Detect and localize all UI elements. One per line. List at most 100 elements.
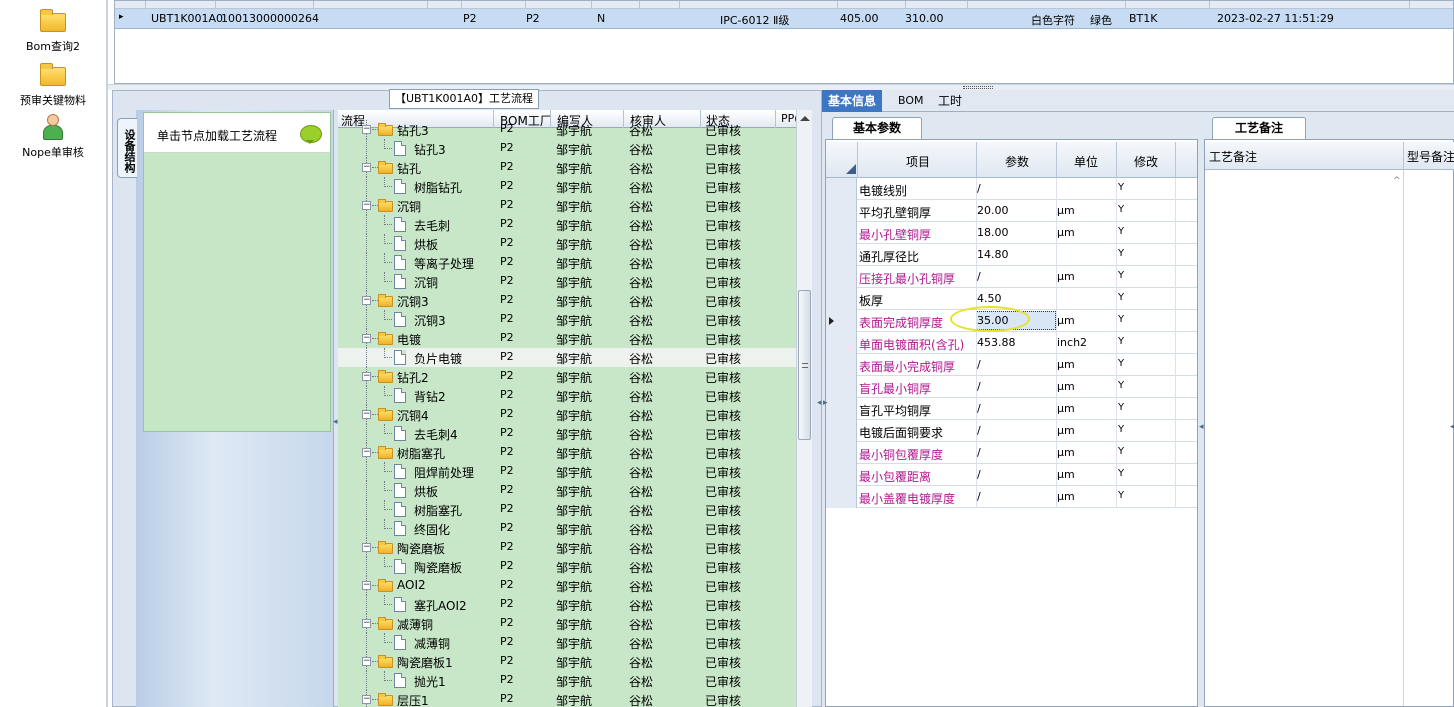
param-value[interactable]: / bbox=[977, 358, 981, 371]
param-value[interactable]: / bbox=[977, 446, 981, 459]
sidebar-item-nope-review[interactable]: Nope单审核 bbox=[0, 114, 106, 160]
tree-node-step[interactable]: 塞孔AOI2 P2 邹宇航 谷松 已审核 bbox=[338, 595, 796, 614]
col-header-param[interactable]: 参数 bbox=[1005, 153, 1029, 170]
scroll-thumb[interactable] bbox=[798, 290, 811, 440]
col-header-model-note[interactable]: 型号备注 bbox=[1407, 148, 1454, 165]
param-value[interactable]: 453.88 bbox=[977, 336, 1016, 349]
param-value[interactable]: / bbox=[977, 380, 981, 393]
tree-node-step[interactable]: 烘板 P2 邹宇航 谷松 已审核 bbox=[338, 234, 796, 253]
tab-bom[interactable]: BOM bbox=[892, 90, 930, 112]
tree-node-step[interactable]: 树脂钻孔 P2 邹宇航 谷松 已审核 bbox=[338, 177, 796, 196]
tree-node-group[interactable]: − 减薄铜 P2 邹宇航 谷松 已审核 bbox=[338, 614, 796, 633]
expand-right-icon[interactable]: ▸ bbox=[823, 398, 828, 408]
tree-node-group[interactable]: − 钻孔 P2 邹宇航 谷松 已审核 bbox=[338, 158, 796, 177]
tree-scrollbar[interactable] bbox=[796, 110, 812, 707]
tree-node-step[interactable]: 树脂塞孔 P2 邹宇航 谷松 已审核 bbox=[338, 500, 796, 519]
tree-node-step[interactable]: 等离子处理 P2 邹宇航 谷松 已审核 bbox=[338, 253, 796, 272]
param-row[interactable]: 最小铜包覆厚度 / μm Y bbox=[826, 442, 1197, 464]
param-row[interactable]: 电镀后面铜要求 / μm Y bbox=[826, 420, 1197, 442]
param-value[interactable]: 14.80 bbox=[977, 248, 1009, 261]
sidebar-item-pre-review-materials[interactable]: 预审关键物料 bbox=[0, 62, 106, 108]
tree-node-step[interactable]: 背钻2 P2 邹宇航 谷松 已审核 bbox=[338, 386, 796, 405]
scroll-up-icon[interactable] bbox=[800, 116, 810, 121]
tab-equipment-structure[interactable]: 设备结构 bbox=[117, 118, 137, 178]
tree-node-group[interactable]: − 沉铜4 P2 邹宇航 谷松 已审核 bbox=[338, 405, 796, 424]
cell-value2: 310.00 bbox=[905, 12, 944, 25]
tree-node-group[interactable]: − 钻孔3 P2 邹宇航 谷松 已审核 bbox=[338, 120, 796, 139]
tree-node-step[interactable]: 钻孔3 P2 邹宇航 谷松 已审核 bbox=[338, 139, 796, 158]
collapse-icon[interactable]: − bbox=[362, 296, 371, 305]
param-row[interactable]: 表面最小完成铜厚 / μm Y bbox=[826, 354, 1197, 376]
tree-node-step[interactable]: 减薄铜 P2 邹宇航 谷松 已审核 bbox=[338, 633, 796, 652]
param-value[interactable]: / bbox=[977, 468, 981, 481]
collapse-icon[interactable]: − bbox=[362, 448, 371, 457]
cell-status: 已审核 bbox=[705, 523, 742, 537]
tree-node-step[interactable]: 沉铜 P2 邹宇航 谷松 已审核 bbox=[338, 272, 796, 291]
col-header-item[interactable]: 项目 bbox=[906, 153, 930, 170]
collapse-icon[interactable]: − bbox=[362, 619, 371, 628]
tab-process-notes[interactable]: 工艺备注 bbox=[1212, 117, 1306, 139]
scroll-up-icon[interactable]: ^ bbox=[1393, 176, 1401, 186]
tree-node-step[interactable]: 去毛刺4 P2 邹宇航 谷松 已审核 bbox=[338, 424, 796, 443]
param-value[interactable]: / bbox=[977, 402, 981, 415]
collapse-icon[interactable]: − bbox=[362, 581, 371, 590]
collapse-left-icon[interactable]: ◂ bbox=[1450, 422, 1454, 432]
tab-work-hours[interactable]: 工时 bbox=[932, 90, 968, 112]
collapse-left-icon[interactable]: ◂ bbox=[333, 417, 338, 427]
param-value[interactable]: 20.00 bbox=[977, 204, 1009, 217]
param-row[interactable]: 最小盖覆电镀厚度 / μm Y bbox=[826, 486, 1197, 508]
tree-node-group[interactable]: − 层压1 P2 邹宇航 谷松 已审核 bbox=[338, 690, 796, 707]
tree-node-group[interactable]: − AOI2 P2 邹宇航 谷松 已审核 bbox=[338, 576, 796, 595]
tree-node-group[interactable]: − 钻孔2 P2 邹宇航 谷松 已审核 bbox=[338, 367, 796, 386]
param-row[interactable]: 压接孔最小孔铜厚 / μm Y bbox=[826, 266, 1197, 288]
tree-node-group[interactable]: − 陶瓷磨板 P2 邹宇航 谷松 已审核 bbox=[338, 538, 796, 557]
param-row[interactable]: 最小包覆距离 / μm Y bbox=[826, 464, 1197, 486]
param-row[interactable]: 最小孔壁铜厚 18.00 μm Y bbox=[826, 222, 1197, 244]
collapse-icon[interactable]: − bbox=[362, 372, 371, 381]
tree-node-step[interactable]: 陶瓷磨板 P2 邹宇航 谷松 已审核 bbox=[338, 557, 796, 576]
tree-node-step[interactable]: 去毛刺 P2 邹宇航 谷松 已审核 bbox=[338, 215, 796, 234]
collapse-icon[interactable]: − bbox=[362, 657, 371, 666]
sidebar-item-bom-query[interactable]: Bom查询2 bbox=[0, 8, 106, 54]
param-value[interactable]: / bbox=[977, 490, 981, 503]
collapse-icon[interactable]: − bbox=[362, 163, 371, 172]
param-value[interactable]: / bbox=[977, 182, 981, 195]
param-value[interactable]: 18.00 bbox=[977, 226, 1009, 239]
param-row[interactable]: 板厚 4.50 Y bbox=[826, 288, 1197, 310]
tree-node-step[interactable]: 终固化 P2 邹宇航 谷松 已审核 bbox=[338, 519, 796, 538]
table-row[interactable]: ▸ UBT1K001A0 10013000000264 P2 P2 N IPC-… bbox=[115, 9, 1453, 29]
param-value[interactable]: / bbox=[977, 270, 981, 283]
tree-node-step[interactable]: 沉铜3 P2 邹宇航 谷松 已审核 bbox=[338, 310, 796, 329]
col-header-unit[interactable]: 单位 bbox=[1074, 153, 1098, 170]
tree-node-group[interactable]: − 沉铜 P2 邹宇航 谷松 已审核 bbox=[338, 196, 796, 215]
tab-basic-params[interactable]: 基本参数 bbox=[832, 117, 922, 139]
tree-node-group[interactable]: − 电镀 P2 邹宇航 谷松 已审核 bbox=[338, 329, 796, 348]
tree-node-step[interactable]: 阻焊前处理 P2 邹宇航 谷松 已审核 bbox=[338, 462, 796, 481]
collapse-icon[interactable]: − bbox=[362, 410, 371, 419]
tree-node-group[interactable]: − 树脂塞孔 P2 邹宇航 谷松 已审核 bbox=[338, 443, 796, 462]
collapse-icon[interactable]: − bbox=[362, 334, 371, 343]
param-row[interactable]: 电镀线别 / Y bbox=[826, 178, 1197, 200]
param-row[interactable]: 平均孔壁铜厚 20.00 μm Y bbox=[826, 200, 1197, 222]
col-header-process-note[interactable]: 工艺备注 bbox=[1209, 148, 1257, 165]
collapse-icon[interactable]: − bbox=[362, 201, 371, 210]
node-card-header[interactable]: 单击节点加载工艺流程 bbox=[144, 113, 330, 153]
param-value[interactable]: / bbox=[977, 424, 981, 437]
tree-node-step[interactable]: 负片电镀 P2 邹宇航 谷松 已审核 bbox=[338, 348, 796, 367]
tab-basic-info[interactable]: 基本信息 bbox=[822, 90, 883, 112]
collapse-left-icon[interactable]: ◂ bbox=[817, 398, 822, 408]
tree-node-group[interactable]: − 陶瓷磨板1 P2 邹宇航 谷松 已审核 bbox=[338, 652, 796, 671]
tree-node-step[interactable]: 抛光1 P2 邹宇航 谷松 已审核 bbox=[338, 671, 796, 690]
collapse-icon[interactable]: − bbox=[362, 543, 371, 552]
param-row[interactable]: 盲孔平均铜厚 / μm Y bbox=[826, 398, 1197, 420]
param-value[interactable]: 4.50 bbox=[977, 292, 1002, 305]
param-row[interactable]: 盲孔最小铜厚 / μm Y bbox=[826, 376, 1197, 398]
collapse-icon[interactable]: − bbox=[362, 125, 371, 134]
param-row[interactable]: 单面电镀面积(含孔) 453.88 inch2 Y bbox=[826, 332, 1197, 354]
collapse-left-icon[interactable]: ◂ bbox=[1199, 422, 1204, 432]
param-row[interactable]: 通孔厚径比 14.80 Y bbox=[826, 244, 1197, 266]
tree-node-group[interactable]: − 沉铜3 P2 邹宇航 谷松 已审核 bbox=[338, 291, 796, 310]
collapse-icon[interactable]: − bbox=[362, 695, 371, 704]
tree-node-step[interactable]: 烘板 P2 邹宇航 谷松 已审核 bbox=[338, 481, 796, 500]
col-header-modify[interactable]: 修改 bbox=[1134, 153, 1158, 170]
